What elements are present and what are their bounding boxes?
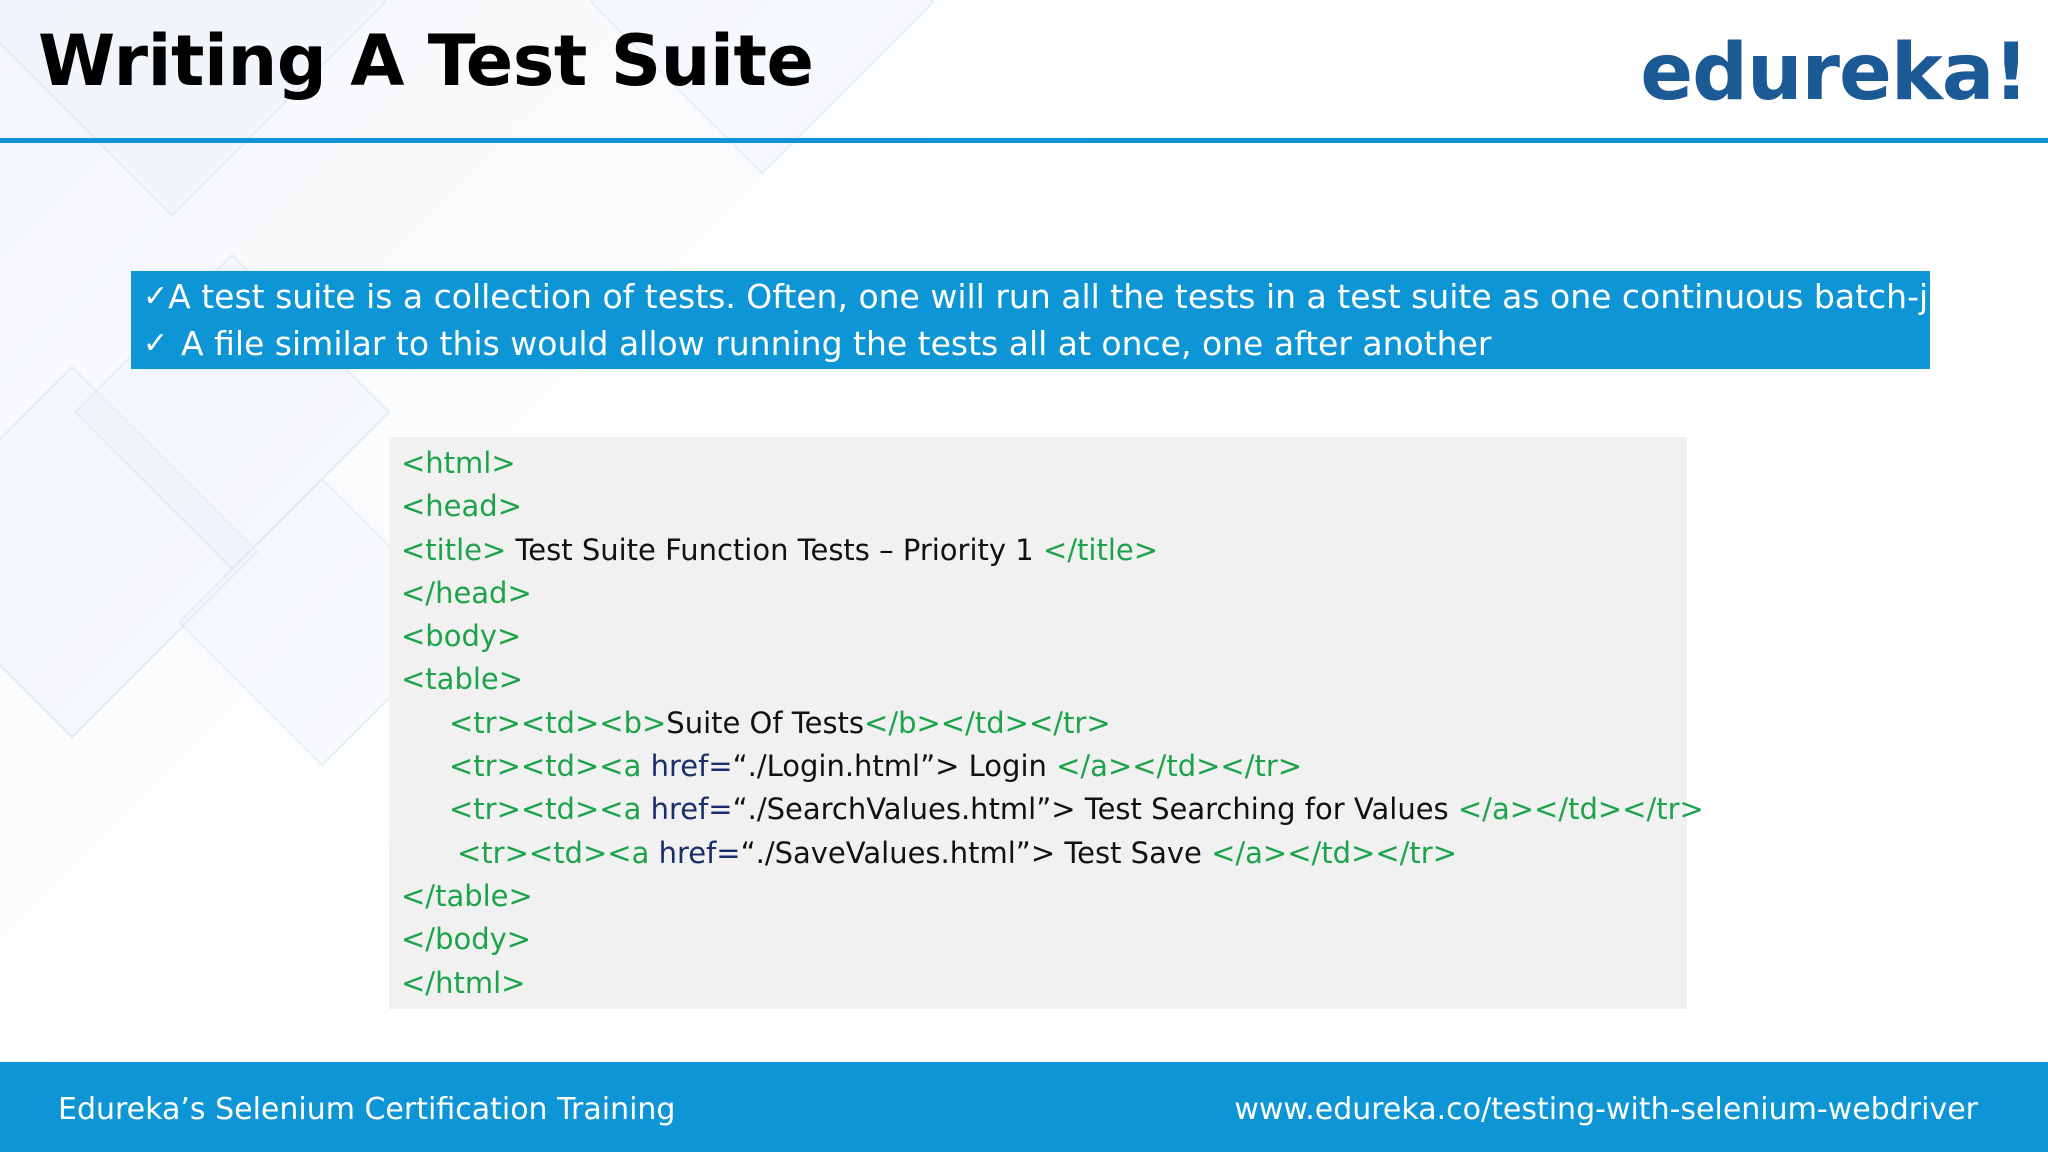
code-tag: <tr><td><a <box>457 835 659 870</box>
code-tag: </b></td></tr> <box>864 705 1111 740</box>
code-tag: <body> <box>401 619 522 654</box>
code-line: <head> <box>401 485 1687 528</box>
code-text: Test Suite Function Tests – Priority 1 <box>506 532 1043 567</box>
code-tag: </a></td></tr> <box>1457 792 1704 827</box>
code-line: </table> <box>401 875 1687 918</box>
code-attribute: href= <box>650 792 733 827</box>
code-tag: <tr><td><a <box>449 749 651 784</box>
code-tag: <tr><td><b> <box>449 705 667 740</box>
code-text: “./Login.html”> Login <box>732 749 1057 784</box>
slide: Writing A Test Suite edureka! ✓ A test s… <box>0 0 2048 1152</box>
code-tag: </html> <box>401 965 526 1000</box>
code-line: <tr><td><a href=“./Login.html”> Login </… <box>401 745 1687 788</box>
bullet-box: ✓ A test suite is a collection of tests.… <box>131 271 1969 369</box>
checkmark-icon: ✓ <box>143 326 169 361</box>
bullet-text: A file similar to this would allow runni… <box>181 324 1492 363</box>
code-line: </body> <box>401 918 1687 961</box>
footer-course-title: Edureka’s Selenium Certification Trainin… <box>58 1092 676 1127</box>
code-line: </head> <box>401 572 1687 615</box>
code-tag: <title> <box>401 532 507 567</box>
code-tag: </a></td></tr> <box>1211 835 1458 870</box>
code-tag: <table> <box>401 662 524 697</box>
code-attribute: href= <box>658 835 741 870</box>
bullet-text: A test suite is a collection of tests. O… <box>168 277 1970 316</box>
code-tag: </title> <box>1042 532 1159 567</box>
bullet-item: ✓ A test suite is a collection of tests.… <box>143 273 1969 320</box>
code-tag: <tr><td><a <box>449 792 651 827</box>
code-line: <table> <box>401 658 1687 701</box>
title-divider <box>0 138 2048 143</box>
code-line: <tr><td><a href=“./SearchValues.html”> T… <box>401 788 1704 831</box>
footer-bar: Edureka’s Selenium Certification Trainin… <box>0 1062 2048 1152</box>
code-line: </html> <box>401 962 1687 1005</box>
code-tag: </a></td></tr> <box>1056 749 1303 784</box>
code-tag: </head> <box>401 575 532 610</box>
edureka-logo: edureka! <box>1640 28 2029 118</box>
code-tag: <html> <box>401 446 516 480</box>
code-line: <body> <box>401 615 1687 658</box>
checkmark-icon: ✓ <box>143 279 169 314</box>
code-block: <html> <head> <title> Test Suite Functio… <box>389 437 1704 1009</box>
code-text: Suite Of Tests <box>666 705 865 740</box>
code-line: <html> <box>401 442 1687 485</box>
code-tag: <head> <box>401 489 522 524</box>
code-line: <tr><td><a href=“./SaveValues.html”> Tes… <box>401 832 1687 875</box>
code-line: <tr><td><b>Suite Of Tests</b></td></tr> <box>401 702 1687 745</box>
footer-url: www.edureka.co/testing-with-selenium-web… <box>1234 1092 1978 1127</box>
code-text: “./SearchValues.html”> Test Searching fo… <box>732 792 1458 827</box>
code-tag: </body> <box>401 922 532 957</box>
code-text: “./SaveValues.html”> Test Save <box>740 835 1212 870</box>
code-attribute: href= <box>650 749 733 784</box>
bullet-item: ✓ A file similar to this would allow run… <box>143 320 1930 367</box>
code-line: <title> Test Suite Function Tests – Prio… <box>401 529 1687 572</box>
code-tag: </table> <box>401 878 533 913</box>
slide-title: Writing A Test Suite <box>38 20 814 102</box>
